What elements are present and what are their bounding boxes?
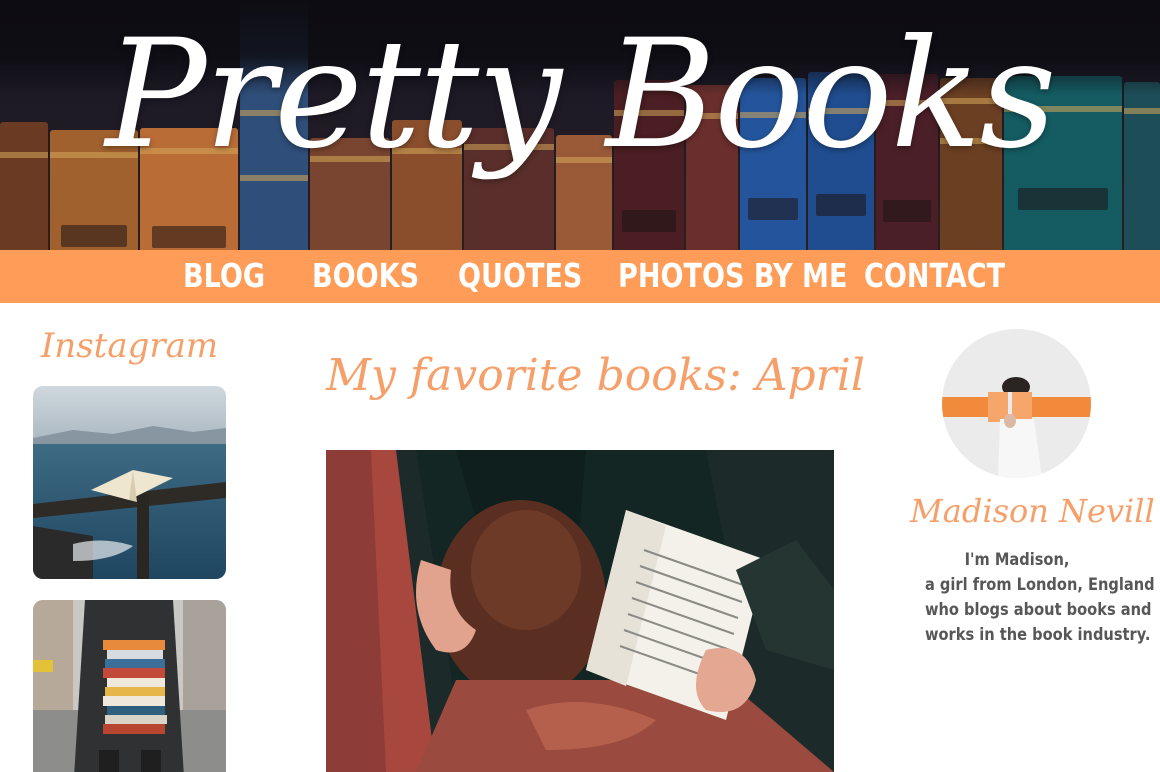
author-bio: I'm Madison, a girl from London, England… (910, 548, 1155, 648)
main-nav: BLOG BOOKS QUOTES PHOTOS BY ME CONTACT (0, 250, 1160, 303)
post-title[interactable]: My favorite books: April (326, 350, 865, 401)
instagram-photo-book-stack[interactable] (33, 600, 226, 772)
author-name: Madison Nevill (910, 492, 1155, 530)
bio-line: I'm Madison, (964, 550, 1070, 570)
nav-item-contact[interactable]: CONTACT (864, 256, 1005, 296)
book-stack-image (33, 600, 226, 772)
nav-item-books[interactable]: BOOKS (312, 256, 419, 296)
site-title[interactable]: Pretty Books (0, 20, 1160, 170)
author-photo (942, 329, 1091, 478)
instagram-photo-sea-book[interactable] (33, 386, 226, 579)
sea-book-image (33, 386, 226, 579)
bio-line: a girl from London, England (924, 575, 1155, 595)
nav-item-blog[interactable]: BLOG (183, 256, 265, 296)
author-avatar[interactable] (942, 329, 1091, 478)
nav-item-photos-by-me[interactable]: PHOTOS BY ME (618, 256, 847, 296)
bio-line: works in the book industry. (924, 625, 1151, 645)
header-banner: Pretty Books (0, 0, 1160, 250)
reading-person-image (326, 450, 834, 772)
instagram-heading: Instagram (40, 326, 219, 366)
post-featured-image[interactable] (326, 450, 834, 772)
nav-item-quotes[interactable]: QUOTES (458, 256, 582, 296)
bio-line: who blogs about books and (924, 600, 1152, 620)
